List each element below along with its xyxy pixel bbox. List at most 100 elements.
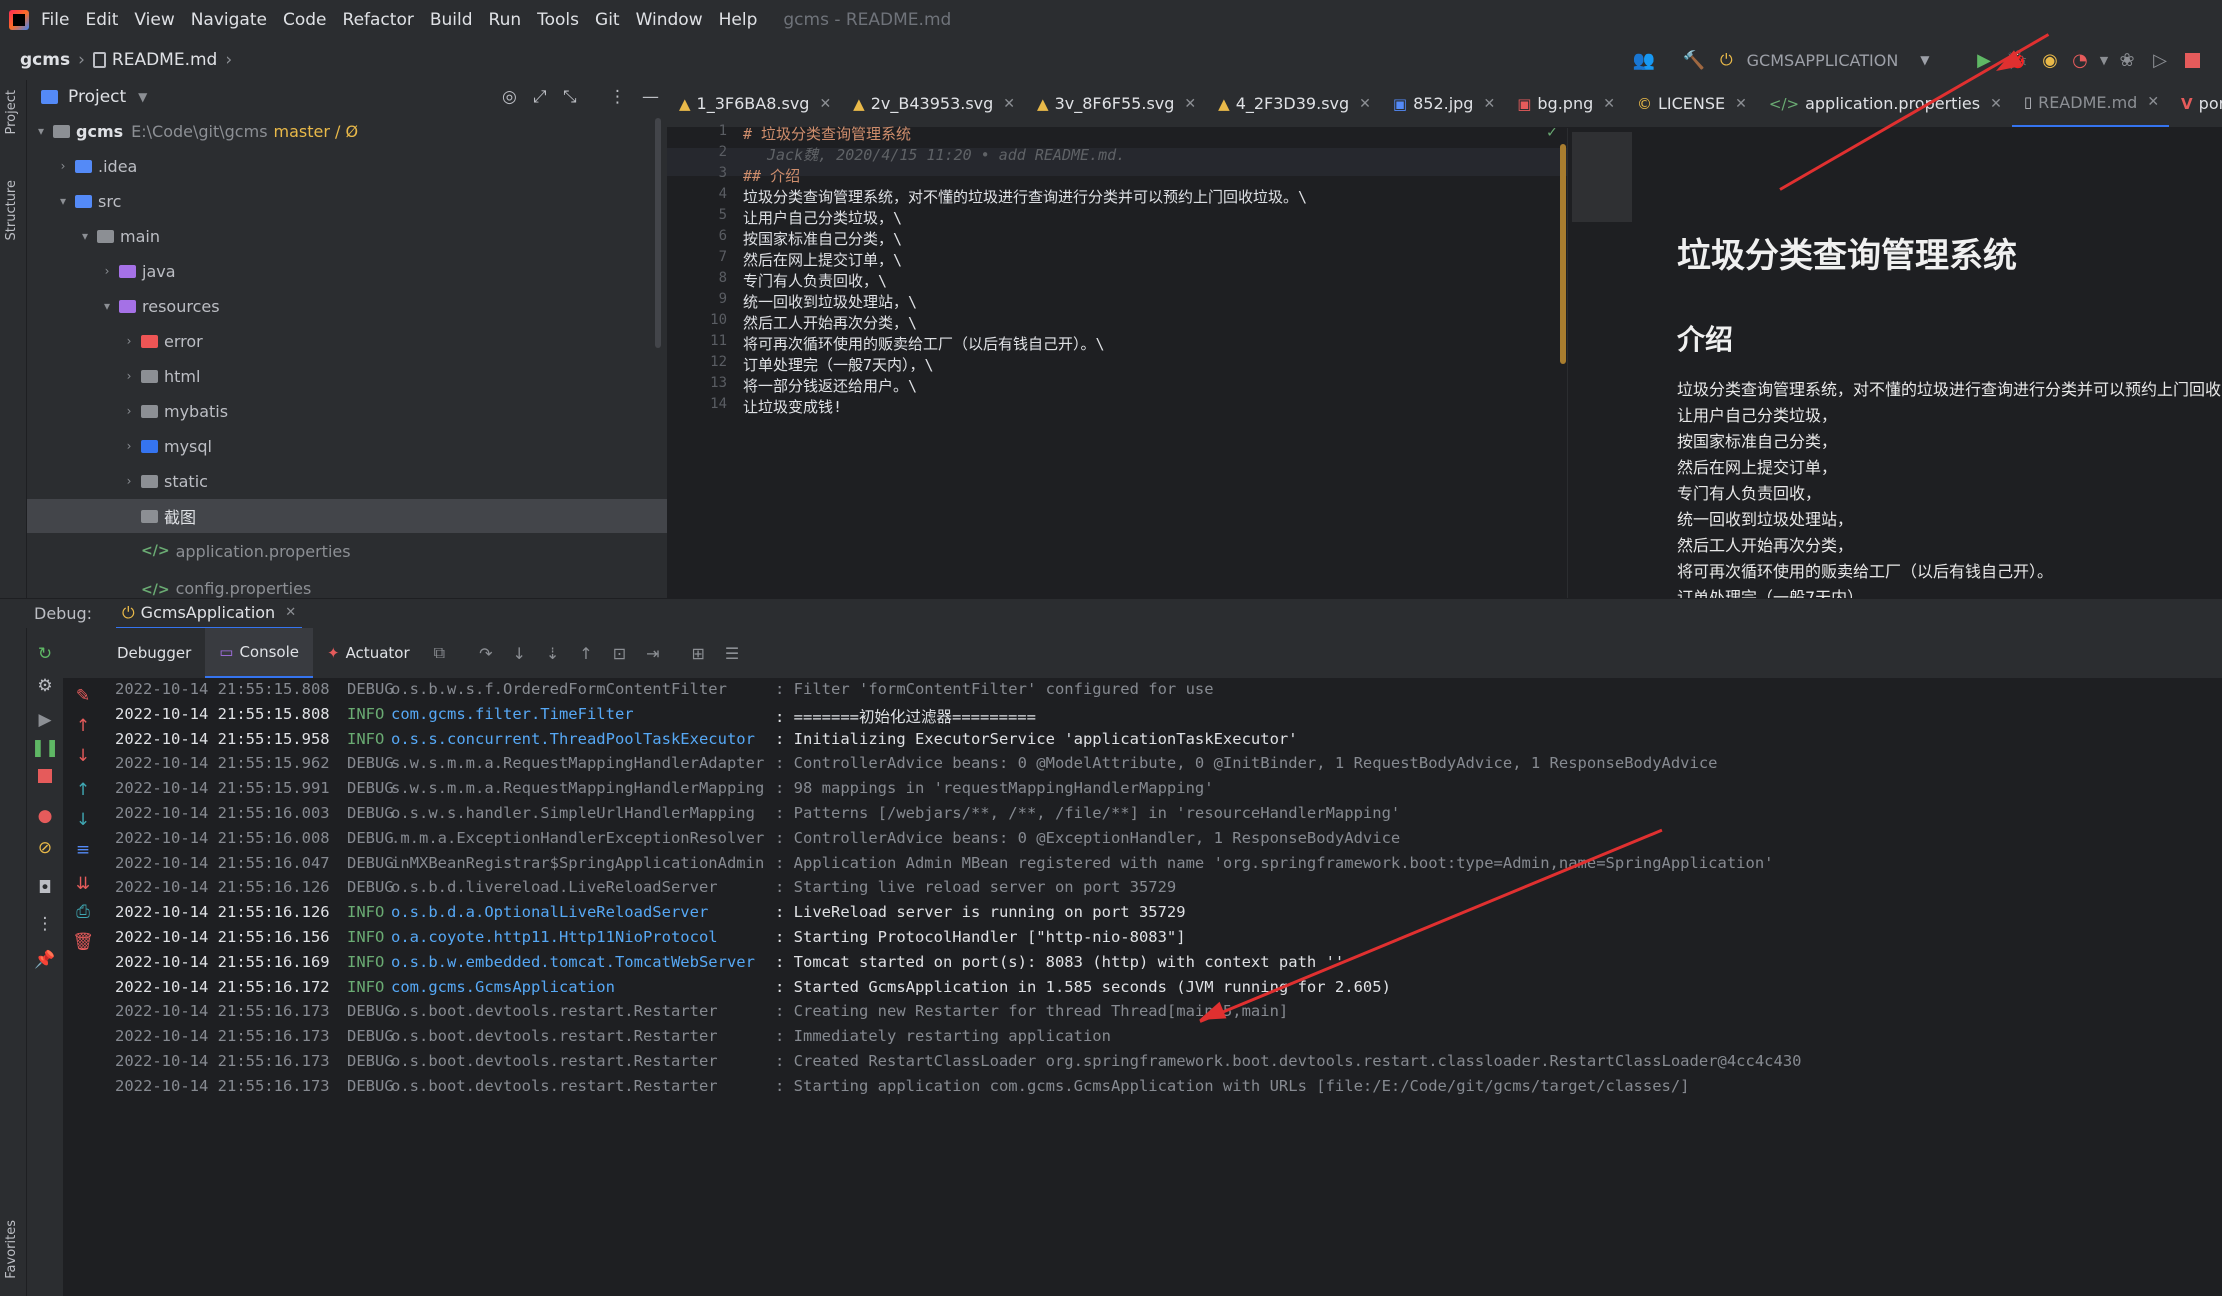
step-out-icon[interactable]: ↑	[579, 644, 592, 663]
close-icon[interactable]: ✕	[1003, 96, 1015, 112]
more-options-icon[interactable]: ⋮	[33, 912, 57, 936]
log-logger-name[interactable]: com.gcms.filter.TimeFilter	[391, 705, 775, 727]
menu-build[interactable]: Build	[430, 10, 473, 30]
view-breakpoints-icon[interactable]: ●	[33, 804, 57, 828]
soft-wrap-icon[interactable]: ≡	[71, 838, 95, 862]
project-scrollbar[interactable]	[655, 118, 661, 348]
close-icon[interactable]: ✕	[1735, 96, 1747, 112]
run-to-cursor-icon[interactable]: ⇥	[646, 644, 659, 663]
collapse-all-icon[interactable]: ⤡	[563, 87, 577, 107]
tab-readme[interactable]: ▯ README.md ✕	[2011, 80, 2170, 127]
menu-file[interactable]: File	[41, 10, 69, 30]
project-tool-button[interactable]: Project	[4, 90, 19, 134]
expand-all-icon[interactable]: ⤢	[533, 87, 547, 107]
tree-item-error[interactable]: › error	[121, 324, 203, 358]
camera-icon[interactable]: ◘	[33, 876, 57, 900]
menu-help[interactable]: Help	[719, 10, 758, 30]
menu-code[interactable]: Code	[283, 10, 327, 30]
force-step-into-icon[interactable]: ⇣	[546, 644, 559, 663]
tree-item-config-properties[interactable]: </> config.properties	[137, 569, 311, 598]
close-icon[interactable]: ✕	[1184, 96, 1196, 112]
debug-session-tab[interactable]: ⏻ GcmsApplication ✕	[116, 599, 303, 629]
trace-list-icon[interactable]: ☰	[725, 644, 739, 663]
next-occurrence-icon[interactable]: ↓	[71, 808, 95, 832]
stop-icon[interactable]	[33, 764, 57, 788]
up-arrow-icon[interactable]: ↑	[71, 714, 95, 738]
menu-window[interactable]: Window	[636, 10, 703, 30]
options-menu-icon[interactable]: ⋮	[609, 87, 626, 107]
tab-application-properties[interactable]: </> application.properties ✕	[1757, 80, 2012, 127]
clear-brush-icon[interactable]: ✎	[71, 684, 95, 708]
rerun-icon[interactable]: ↻	[33, 642, 57, 666]
tab-license[interactable]: © LICENSE ✕	[1625, 80, 1757, 127]
menu-edit[interactable]: Edit	[85, 10, 118, 30]
evaluate-expression-icon[interactable]: ⊞	[692, 644, 705, 663]
pin-tab-icon[interactable]: 📌	[33, 948, 57, 972]
step-over-icon[interactable]: ↷	[479, 644, 492, 663]
print-icon[interactable]: ⎙	[71, 900, 95, 924]
console-output[interactable]: 2022-10-14 21:55:15.808 DEBUG o.s.b.w.s.f.…	[103, 678, 2222, 1296]
log-logger-name[interactable]: com.gcms.GcmsApplication	[391, 978, 775, 1000]
mute-breakpoints-icon[interactable]: ⊘	[33, 836, 57, 860]
breadcrumb-project[interactable]: gcms	[20, 50, 70, 70]
resume-icon[interactable]: ▷	[2148, 48, 2172, 72]
down-arrow-icon[interactable]: ↓	[71, 744, 95, 768]
tab-svg-2[interactable]: ▲ 2v_B43953.svg ✕	[841, 80, 1025, 127]
menu-tools[interactable]: Tools	[537, 10, 579, 30]
log-logger-name[interactable]: o.s.s.concurrent.ThreadPoolTaskExecutor	[391, 730, 775, 752]
tree-item-resources[interactable]: ▾ resources	[99, 289, 220, 323]
tab-png[interactable]: ▣ bg.png ✕	[1505, 80, 1625, 127]
tab-debugger[interactable]: Debugger	[103, 628, 205, 678]
breadcrumb-file[interactable]: README.md	[112, 50, 217, 70]
hide-panel-icon[interactable]: —	[642, 87, 659, 107]
tree-item-mysql[interactable]: › mysql	[121, 429, 212, 463]
build-hammer-icon[interactable]: 🔨	[1682, 48, 1706, 72]
tab-svg-3[interactable]: ▲ 3v_8F6F55.svg ✕	[1025, 80, 1206, 127]
markdown-minimap[interactable]	[1567, 128, 1637, 598]
menu-run[interactable]: Run	[489, 10, 522, 30]
tree-item-html[interactable]: › html	[121, 359, 201, 393]
tree-item-java[interactable]: › java	[99, 254, 176, 288]
tree-item-main[interactable]: ▾ main	[77, 219, 160, 253]
delete-trash-icon[interactable]: 🗑	[71, 930, 95, 954]
attach-debugger-icon[interactable]: ❀	[2115, 48, 2139, 72]
locate-file-icon[interactable]: ◎	[502, 87, 517, 107]
structure-tool-button[interactable]: Structure	[4, 180, 19, 240]
tab-console[interactable]: ▭ Console	[205, 628, 313, 678]
close-icon[interactable]: ✕	[285, 605, 296, 620]
tab-actuator[interactable]: ✦ Actuator	[313, 628, 424, 678]
favorites-tool-button[interactable]: Favorites	[4, 1220, 19, 1279]
tree-item-src[interactable]: ▾ src	[55, 184, 121, 218]
resume-program-icon[interactable]: ▶	[33, 708, 57, 732]
tab-jpg[interactable]: ▣ 852.jpg ✕	[1381, 80, 1505, 127]
menu-refactor[interactable]: Refactor	[343, 10, 414, 30]
menu-git[interactable]: Git	[595, 10, 620, 30]
editor-scrollbar[interactable]	[1560, 144, 1566, 364]
previous-occurrence-icon[interactable]: ↑	[71, 778, 95, 802]
tab-svg-4[interactable]: ▲ 4_2F3D39.svg ✕	[1206, 80, 1381, 127]
tree-item-idea[interactable]: › .idea	[55, 149, 138, 183]
pause-icon[interactable]: ❚❚	[31, 736, 60, 760]
more-run-chevron-icon[interactable]: ▼	[2092, 48, 2116, 72]
close-icon[interactable]: ✕	[1603, 96, 1615, 112]
step-into-icon[interactable]: ↓	[512, 644, 525, 663]
drop-frame-icon[interactable]: ⊡	[613, 644, 626, 663]
chevron-down-icon[interactable]: ▼	[138, 90, 147, 104]
tree-item-application-properties[interactable]: </> application.properties	[137, 534, 351, 568]
no-problems-check-icon[interactable]: ✓	[1547, 122, 1557, 141]
close-icon[interactable]: ✕	[1359, 96, 1371, 112]
project-view-selector[interactable]: Project	[68, 87, 126, 107]
menu-view[interactable]: View	[134, 10, 174, 30]
minimap-viewport[interactable]	[1572, 132, 1632, 222]
code-editor[interactable]: 1 # 垃圾分类查询管理系统 2 Jack魏, 2020/4/15 11:20 …	[667, 122, 1567, 598]
restore-layout-icon[interactable]: ⧉	[434, 643, 445, 663]
tree-item-mybatis[interactable]: › mybatis	[121, 394, 228, 428]
tab-pom[interactable]: Vpom.xml (gcms)	[2169, 80, 2222, 127]
tree-item-screenshots[interactable]: 截图	[27, 499, 667, 533]
log-logger-name[interactable]: o.s.b.d.a.OptionalLiveReloadServer	[391, 903, 775, 925]
settings-gear-icon[interactable]: ⚙	[33, 674, 57, 698]
run-configuration-selector[interactable]: ⏻ GCMSAPPLICATION ▼	[1720, 46, 1960, 74]
profiler-icon[interactable]: ◔	[2068, 48, 2092, 72]
close-icon[interactable]: ✕	[1990, 96, 2002, 112]
log-logger-name[interactable]: o.a.coyote.http11.Http11NioProtocol	[391, 928, 775, 950]
